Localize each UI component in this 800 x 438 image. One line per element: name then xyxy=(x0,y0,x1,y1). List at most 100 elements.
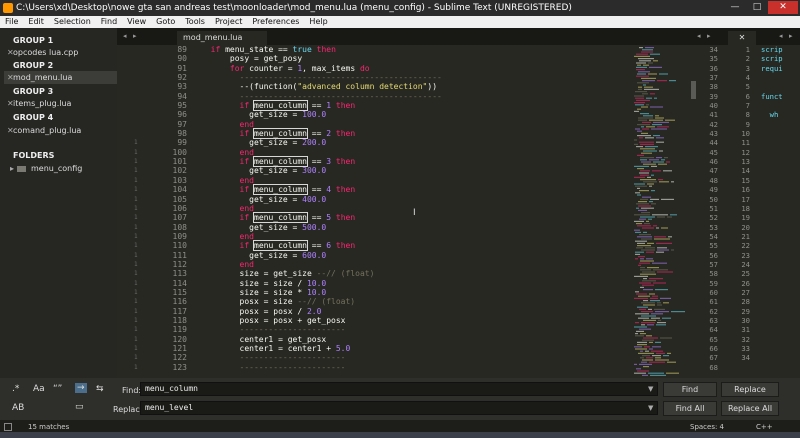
tab-scroll-right-icon[interactable]: ▸ xyxy=(133,32,137,40)
find-button[interactable]: Find xyxy=(663,382,717,397)
code-line[interactable]: center1 = center1 + 5.0 xyxy=(201,344,442,353)
code-line[interactable] xyxy=(761,241,783,250)
replace-all-button[interactable]: Replace All xyxy=(721,401,779,416)
tab-mod-menu[interactable]: mod_menu.lua xyxy=(177,31,267,45)
fold-marker[interactable]: 1 xyxy=(134,166,138,175)
open-file-mod-menu[interactable]: ✕ mod_menu.lua xyxy=(4,71,117,84)
fold-marker[interactable] xyxy=(134,101,138,110)
fold-marker[interactable]: 1 xyxy=(134,297,138,306)
code-line[interactable]: posy = get_posy xyxy=(201,54,442,63)
tab-scroll-left-icon[interactable]: ◂ xyxy=(697,32,701,40)
code-line[interactable] xyxy=(761,288,783,297)
fold-marker[interactable]: 1 xyxy=(134,279,138,288)
menu-selection[interactable]: Selection xyxy=(49,16,96,28)
code-line[interactable]: if menu_state == true then xyxy=(201,45,442,54)
fold-marker[interactable]: 1 xyxy=(134,185,138,194)
maximize-button[interactable]: □ xyxy=(746,1,768,14)
open-file-opcodes[interactable]: ✕ opcodes lua.cpp xyxy=(4,46,117,59)
open-file-comand-plug[interactable]: ✕ comand_plug.lua xyxy=(4,124,117,137)
close-window-button[interactable]: ✕ xyxy=(768,1,798,14)
code-line[interactable]: end xyxy=(201,204,442,213)
replace-button[interactable]: Replace xyxy=(721,382,779,397)
code-line[interactable]: wh xyxy=(761,110,783,119)
fold-marker[interactable]: 1 xyxy=(134,232,138,241)
code-line[interactable]: if menu_column == 4 then xyxy=(201,184,442,196)
code-line[interactable] xyxy=(761,251,783,260)
find-history-dropdown-icon[interactable]: ▼ xyxy=(648,385,653,393)
code-line[interactable]: end xyxy=(201,176,442,185)
code-line[interactable]: get_size = 500.0 xyxy=(201,223,442,232)
code-line[interactable] xyxy=(761,232,783,241)
folder-menu-config[interactable]: ▸ menu_config xyxy=(10,164,82,173)
fold-marker[interactable]: 1 xyxy=(134,148,138,157)
code-line[interactable]: scrip xyxy=(761,45,783,54)
fold-marker[interactable] xyxy=(134,129,138,138)
fold-marker[interactable]: 1 xyxy=(134,157,138,166)
fold-marker[interactable]: 1 xyxy=(134,288,138,297)
replace-history-dropdown-icon[interactable]: ▼ xyxy=(648,404,653,412)
menu-file[interactable]: File xyxy=(0,16,23,28)
code-line[interactable]: if menu_column == 1 then xyxy=(201,100,442,112)
minimize-button[interactable]: — xyxy=(724,1,746,14)
find-input[interactable]: menu_column xyxy=(140,382,658,396)
in-selection-toggle[interactable]: ⇆ xyxy=(96,384,104,394)
fold-marker[interactable]: 1 xyxy=(134,223,138,232)
tab-scroll-left-icon[interactable]: ◂ xyxy=(779,32,783,40)
code-line[interactable] xyxy=(761,185,783,194)
fold-marker[interactable] xyxy=(134,82,138,91)
code-line[interactable]: get_size = 400.0 xyxy=(201,195,442,204)
code-line[interactable] xyxy=(761,344,783,353)
close-tab-icon[interactable]: ✕ xyxy=(739,33,746,42)
code-line[interactable]: requi xyxy=(761,64,783,73)
code-line[interactable]: ---------------------- xyxy=(201,363,442,372)
fold-marker[interactable]: 1 xyxy=(134,344,138,353)
code-line[interactable]: end xyxy=(201,148,442,157)
code-line[interactable] xyxy=(761,297,783,306)
close-file-icon[interactable]: ✕ xyxy=(7,71,14,84)
fold-marker[interactable]: 1 xyxy=(134,204,138,213)
code-line[interactable] xyxy=(761,129,783,138)
code-line[interactable] xyxy=(761,195,783,204)
vertical-scrollbar[interactable] xyxy=(690,45,698,378)
menu-find[interactable]: Find xyxy=(96,16,122,28)
code-line[interactable]: if menu_column == 2 then xyxy=(201,128,442,140)
preserve-case-toggle[interactable]: AB xyxy=(12,403,24,413)
code-line[interactable]: end xyxy=(201,120,442,129)
code-line[interactable] xyxy=(761,335,783,344)
whole-word-toggle[interactable]: “” xyxy=(53,384,62,394)
fold-marker[interactable]: 1 xyxy=(134,316,138,325)
code-line[interactable] xyxy=(761,269,783,278)
code-line[interactable] xyxy=(761,82,783,91)
code-line[interactable] xyxy=(761,260,783,269)
menu-help[interactable]: Help xyxy=(304,16,332,28)
code-line[interactable]: ----------------------------------------… xyxy=(201,73,442,82)
fold-marker[interactable] xyxy=(134,73,138,82)
fold-marker[interactable]: 1 xyxy=(134,335,138,344)
fold-marker[interactable]: 1 xyxy=(134,241,138,250)
wrap-toggle[interactable]: → xyxy=(75,383,87,393)
code-line[interactable]: end xyxy=(201,260,442,269)
replace-input[interactable]: menu_level xyxy=(140,401,658,415)
code-line[interactable] xyxy=(761,223,783,232)
fold-marker[interactable]: 1 xyxy=(134,269,138,278)
code-line[interactable] xyxy=(761,120,783,129)
code-line[interactable]: if menu_column == 6 then xyxy=(201,240,442,252)
minimap[interactable] xyxy=(632,45,694,378)
tab-scroll-left-icon[interactable]: ◂ xyxy=(123,32,127,40)
code-line[interactable]: get_size = 300.0 xyxy=(201,166,442,175)
code-line[interactable]: posx = size --// (float) xyxy=(201,297,442,306)
code-line[interactable]: posx = posx / 2.0 xyxy=(201,307,442,316)
fold-marker[interactable]: 1 xyxy=(134,307,138,316)
code-area[interactable]: if menu_state == true then posy = get_po… xyxy=(201,45,442,372)
code-line[interactable] xyxy=(761,353,783,362)
third-pane[interactable]: 1 2 3 4 5 6 7 8 9 10 11 12 13 14 15 16 17 18 19 20 21 22 23 24 2… xyxy=(728,45,800,378)
open-file-items-plug[interactable]: ✕ items_plug.lua xyxy=(4,97,117,110)
code-line[interactable] xyxy=(761,176,783,185)
code-line[interactable] xyxy=(761,307,783,316)
code-line[interactable]: size = size * 10.0 xyxy=(201,288,442,297)
regex-toggle[interactable]: .* xyxy=(12,384,19,394)
code-line[interactable] xyxy=(761,204,783,213)
fold-marker[interactable] xyxy=(134,64,138,73)
fold-marker[interactable]: 1 xyxy=(134,195,138,204)
code-line[interactable]: scrip xyxy=(761,54,783,63)
